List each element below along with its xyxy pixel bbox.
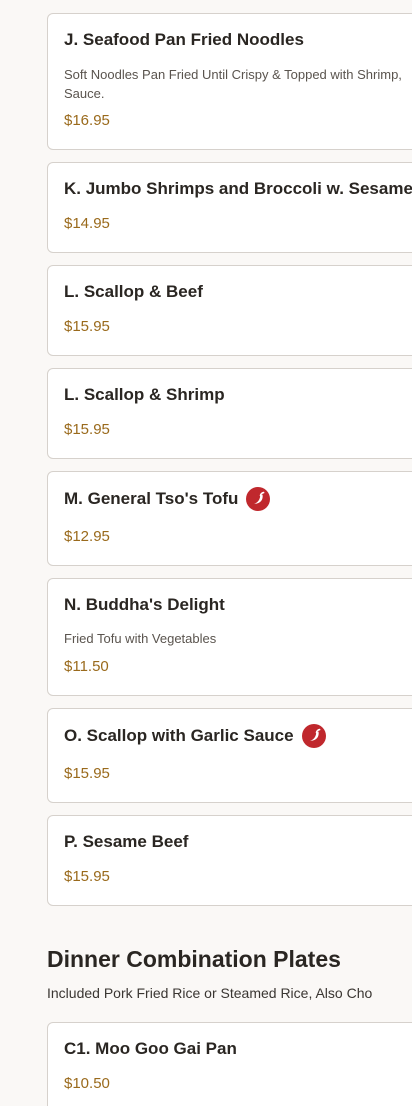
menu-item-name-text: M. General Tso's Tofu bbox=[64, 489, 239, 508]
menu-item-name: P. Sesame Beef bbox=[64, 832, 189, 851]
menu-item-name: K. Jumbo Shrimps and Broccoli w. Sesame bbox=[64, 179, 412, 198]
menu-item-card[interactable]: L. Scallop & Beef $15.95 bbox=[47, 265, 412, 356]
menu-item-card[interactable]: J. Seafood Pan Fried Noodles Soft Noodle… bbox=[47, 13, 412, 150]
menu-item-description: Soft Noodles Pan Fried Until Crispy & To… bbox=[64, 67, 402, 101]
menu-item-card[interactable]: M. General Tso's Tofu $12.95 bbox=[47, 471, 412, 566]
menu-item-price: $14.95 bbox=[64, 215, 110, 232]
chili-pepper-icon bbox=[246, 487, 271, 511]
menu-item-price: $12.95 bbox=[64, 528, 110, 545]
menu-item-price: $11.50 bbox=[64, 658, 109, 675]
menu-item-name: L. Scallop & Shrimp bbox=[64, 385, 225, 404]
menu-item-name-text: O. Scallop with Garlic Sauce bbox=[64, 726, 294, 745]
menu-item-name: O. Scallop with Garlic Sauce bbox=[64, 724, 326, 748]
section-subtitle: Included Pork Fried Rice or Steamed Rice… bbox=[47, 985, 373, 1001]
menu-item-card[interactable]: O. Scallop with Garlic Sauce $15.95 bbox=[47, 708, 412, 803]
menu-item-card[interactable]: C1. Moo Goo Gai Pan $10.50 bbox=[47, 1022, 412, 1106]
menu-page: J. Seafood Pan Fried Noodles Soft Noodle… bbox=[0, 0, 412, 1106]
menu-item-card[interactable]: N. Buddha's Delight Fried Tofu with Vege… bbox=[47, 578, 412, 696]
section-title: Dinner Combination Plates bbox=[47, 946, 341, 972]
menu-item-price: $15.95 bbox=[64, 765, 110, 782]
menu-item-card[interactable]: P. Sesame Beef $15.95 bbox=[47, 815, 412, 906]
menu-item-price: $15.95 bbox=[64, 868, 110, 885]
chili-pepper-icon bbox=[301, 724, 326, 748]
menu-item-card[interactable]: K. Jumbo Shrimps and Broccoli w. Sesame … bbox=[47, 162, 412, 253]
menu-item-card[interactable]: L. Scallop & Shrimp $15.95 bbox=[47, 368, 412, 459]
menu-item-price: $15.95 bbox=[64, 421, 110, 438]
menu-item-name: J. Seafood Pan Fried Noodles bbox=[64, 30, 304, 49]
menu-item-name: C1. Moo Goo Gai Pan bbox=[64, 1039, 237, 1058]
menu-item-name: N. Buddha's Delight bbox=[64, 595, 225, 614]
menu-item-name: M. General Tso's Tofu bbox=[64, 487, 271, 511]
menu-item-price: $10.50 bbox=[64, 1075, 110, 1092]
menu-item-description: Fried Tofu with Vegetables bbox=[64, 631, 217, 646]
menu-item-price: $16.95 bbox=[64, 112, 110, 129]
menu-item-name: L. Scallop & Beef bbox=[64, 282, 203, 301]
menu-item-price: $15.95 bbox=[64, 318, 110, 335]
